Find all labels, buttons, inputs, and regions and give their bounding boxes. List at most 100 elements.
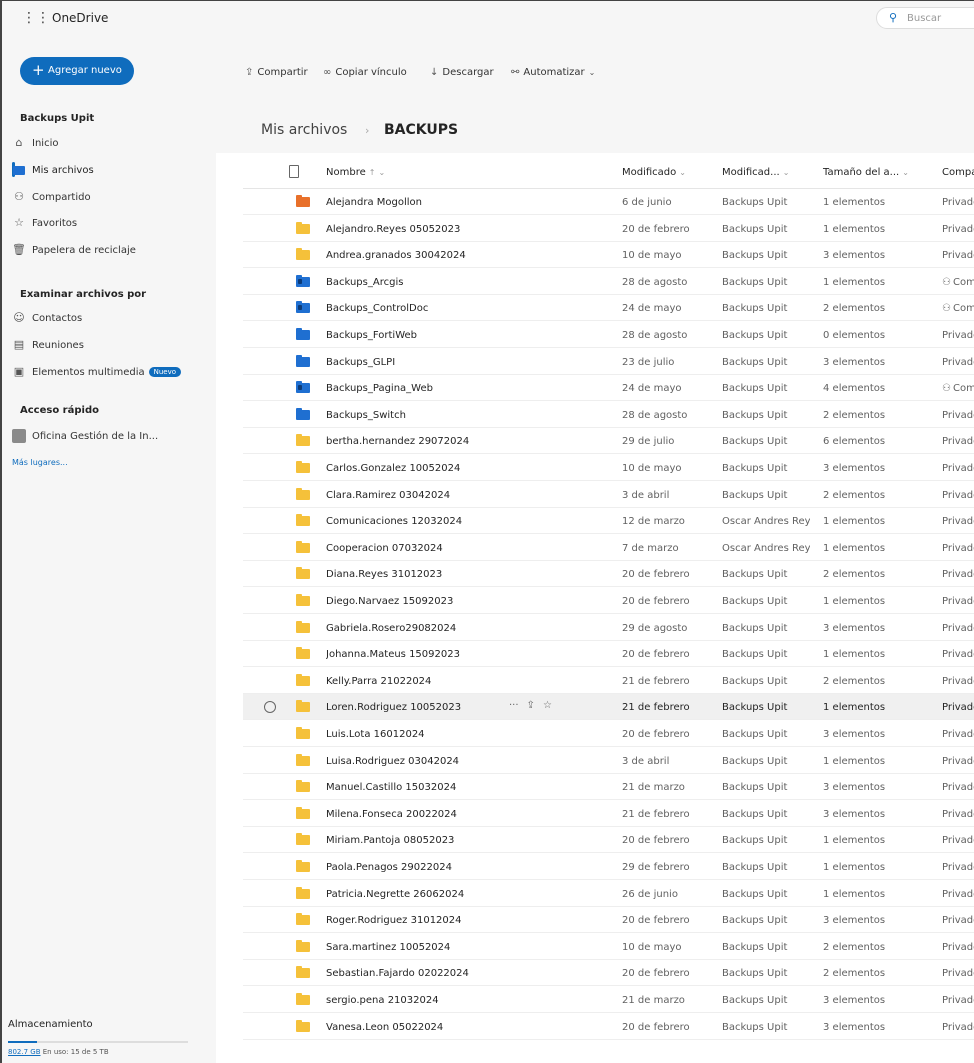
file-name[interactable]: Backups_Switch: [326, 410, 506, 421]
file-name[interactable]: Paola.Penagos 29022024: [326, 862, 506, 873]
file-name[interactable]: bertha.hernandez 29072024: [326, 436, 506, 447]
star-icon[interactable]: ☆: [543, 700, 552, 711]
folder-icon: [296, 806, 310, 819]
table-row[interactable]: Backups_FortiWeb 28 de agosto Backups Upit…: [243, 322, 974, 348]
file-name[interactable]: Milena.Fonseca 20022024: [326, 809, 506, 820]
table-row[interactable]: sergio.pena 21032024 21 de marzo Backups U…: [243, 987, 974, 1013]
table-row[interactable]: Vanesa.Leon 05022024 20 de febrero Backups…: [243, 1014, 974, 1040]
file-name[interactable]: Luis.Lota 16012024: [326, 729, 506, 740]
file-name[interactable]: Miriam.Pantoja 08052023: [326, 835, 506, 846]
table-row[interactable]: Sara.martinez 10052024 10 de mayo Backups …: [243, 934, 974, 960]
quick-access-item[interactable]: Oficina Gestión de la In...: [4, 425, 200, 447]
table-row[interactable]: Milena.Fonseca 20022024 21 de febrero Back…: [243, 801, 974, 827]
table-row[interactable]: Diego.Narvaez 15092023 20 de febrero Backu…: [243, 588, 974, 614]
more-icon[interactable]: ···: [509, 700, 519, 711]
table-row[interactable]: Miriam.Pantoja 08052023 20 de febrero Back…: [243, 827, 974, 854]
more-places-link[interactable]: Más lugares...: [12, 458, 68, 467]
sidebar-item-reuniones[interactable]: ▤ Reuniones: [4, 334, 200, 356]
sidebar-item-compartido[interactable]: ⚇ Compartido: [4, 186, 200, 208]
storage-text[interactable]: 802.7 GB En uso: 15 de 5 TB: [8, 1048, 109, 1056]
select-radio[interactable]: [264, 701, 276, 714]
file-name[interactable]: Comunicaciones 12032024: [326, 516, 506, 527]
file-name[interactable]: Roger.Rodriguez 31012024: [326, 915, 506, 926]
table-row[interactable]: Gabriela.Rosero29082024 29 de agosto Backu…: [243, 615, 974, 641]
file-name[interactable]: Kelly.Parra 21022024: [326, 676, 506, 687]
file-name[interactable]: Carlos.Gonzalez 10052024: [326, 463, 506, 474]
sidebar-item-multimedia[interactable]: ▣ Elementos multimedia Nuevo: [4, 361, 200, 383]
file-name[interactable]: Cooperacion 07032024: [326, 543, 506, 554]
sidebar-item-papelera[interactable]: 🗑 Papelera de reciclaje: [4, 239, 200, 261]
table-row[interactable]: Manuel.Castillo 15032024 21 de marzo Backu…: [243, 774, 974, 801]
column-modified-by[interactable]: Modificad... ⌄: [722, 167, 789, 178]
download-button[interactable]: ↓ Descargar: [430, 67, 494, 78]
table-row[interactable]: Roger.Rodriguez 31012024 20 de febrero Bac…: [243, 907, 974, 934]
column-modified[interactable]: Modificado ⌄: [622, 167, 686, 178]
table-row[interactable]: Clara.Ramirez 03042024 3 de abril Backups …: [243, 482, 974, 508]
app-name[interactable]: OneDrive: [52, 11, 108, 25]
table-row[interactable]: Andrea.granados 30042024 10 de mayo Backup…: [243, 242, 974, 269]
table-row[interactable]: Backups_Pagina_Web 24 de mayo Backups Upit…: [243, 375, 974, 402]
add-new-button[interactable]: + Agregar nuevo: [20, 57, 134, 85]
column-name[interactable]: Nombre ↑ ⌄: [326, 167, 385, 178]
file-name[interactable]: Johanna.Mateus 15092023: [326, 649, 506, 660]
file-name[interactable]: Backups_Arcgis: [326, 277, 506, 288]
breadcrumb-current[interactable]: BACKUPS: [384, 122, 458, 138]
search-box[interactable]: ⚲ Buscar: [876, 7, 974, 29]
file-name[interactable]: Vanesa.Leon 05022024: [326, 1022, 506, 1033]
sidebar-item-inicio[interactable]: ⌂ Inicio: [4, 132, 200, 154]
file-name[interactable]: Backups_Pagina_Web: [326, 383, 506, 394]
file-name[interactable]: Alejandra Mogollon: [326, 197, 506, 208]
file-name[interactable]: sergio.pena 21032024: [326, 995, 506, 1006]
table-row[interactable]: Cooperacion 07032024 7 de marzo Oscar Andr…: [243, 535, 974, 561]
table-row[interactable]: Alejandra Mogollon 6 de junio Backups Upit…: [243, 189, 974, 215]
automate-button[interactable]: ⚯ Automatizar ⌄: [511, 67, 599, 78]
table-row[interactable]: Backups_Switch 28 de agosto Backups Upit 2 …: [243, 402, 974, 428]
share-icon[interactable]: ⇪: [527, 700, 535, 711]
file-name[interactable]: Diego.Narvaez 15092023: [326, 596, 506, 607]
sidebar-item-mis-archivos[interactable]: Mis archivos: [4, 159, 200, 181]
file-name[interactable]: Manuel.Castillo 15032024: [326, 782, 506, 793]
table-row[interactable]: Luisa.Rodriguez 03042024 3 de abril Backup…: [243, 748, 974, 774]
file-name[interactable]: Patricia.Negrette 26062024: [326, 889, 506, 900]
file-name[interactable]: Andrea.granados 30042024: [326, 250, 506, 261]
table-row[interactable]: Johanna.Mateus 15092023 20 de febrero Back…: [243, 641, 974, 668]
table-row[interactable]: Carlos.Gonzalez 10052024 10 de mayo Backup…: [243, 455, 974, 481]
table-row[interactable]: Alejandro.Reyes 05052023 20 de febrero Bac…: [243, 216, 974, 242]
table-row[interactable]: Paola.Penagos 29022024 29 de febrero Backu…: [243, 854, 974, 880]
table-row[interactable]: Comunicaciones 12032024 12 de marzo Oscar …: [243, 508, 974, 535]
table-row[interactable]: Backups_Arcgis 28 de agosto Backups Upit 1 …: [243, 269, 974, 295]
file-name[interactable]: Diana.Reyes 31012023: [326, 569, 506, 580]
copy-link-button[interactable]: ∞ Copiar vínculo: [323, 67, 407, 78]
file-name[interactable]: Sara.martinez 10052024: [326, 942, 506, 953]
column-size[interactable]: Tamaño del a... ⌄: [823, 167, 909, 178]
modified-date: 28 de agosto: [622, 276, 688, 288]
table-row[interactable]: Loren.Rodriguez 10052023 21 de febrero Bac…: [243, 694, 974, 721]
table-row[interactable]: Luis.Lota 16012024 20 de febrero Backups U…: [243, 721, 974, 747]
table-row[interactable]: Diana.Reyes 31012023 20 de febrero Backups…: [243, 561, 974, 588]
file-name[interactable]: Alejandro.Reyes 05052023: [326, 224, 506, 235]
file-name[interactable]: Clara.Ramirez 03042024: [326, 490, 506, 501]
file-name[interactable]: Backups_GLPI: [326, 357, 506, 368]
file-type-icon[interactable]: [289, 165, 299, 178]
file-name[interactable]: Loren.Rodriguez 10052023: [326, 702, 506, 713]
table-row[interactable]: bertha.hernandez 29072024 29 de julio Back…: [243, 428, 974, 455]
waffle-icon[interactable]: ⋮⋮: [22, 10, 50, 26]
file-size: 3 elementos: [823, 356, 886, 368]
file-name[interactable]: Backups_ControlDoc: [326, 303, 506, 314]
file-name[interactable]: Backups_FortiWeb: [326, 330, 506, 341]
table-row[interactable]: Kelly.Parra 21022024 21 de febrero Backups…: [243, 668, 974, 694]
sidebar-item-favoritos[interactable]: ☆ Favoritos: [4, 212, 200, 234]
file-name[interactable]: Sebastian.Fajardo 02022024: [326, 968, 506, 979]
table-row[interactable]: Backups_GLPI 23 de julio Backups Upit 3 ele…: [243, 349, 974, 375]
table-row[interactable]: Backups_ControlDoc 24 de mayo Backups Upit…: [243, 295, 974, 322]
file-name[interactable]: Luisa.Rodriguez 03042024: [326, 756, 506, 767]
breadcrumb-root[interactable]: Mis archivos: [261, 122, 347, 138]
sidebar-item-contactos[interactable]: ☺ Contactos: [4, 307, 200, 329]
table-row[interactable]: Patricia.Negrette 26062024 26 de junio Bac…: [243, 881, 974, 907]
table-row[interactable]: Sebastian.Fajardo 02022024 20 de febrero B…: [243, 960, 974, 987]
share-button[interactable]: ⇪ Compartir: [245, 67, 308, 78]
search-input[interactable]: Buscar: [907, 13, 941, 24]
column-sharing[interactable]: Compartir⌄: [942, 167, 974, 178]
file-name[interactable]: Gabriela.Rosero29082024: [326, 623, 506, 634]
storage-used[interactable]: 802.7 GB: [8, 1048, 41, 1056]
